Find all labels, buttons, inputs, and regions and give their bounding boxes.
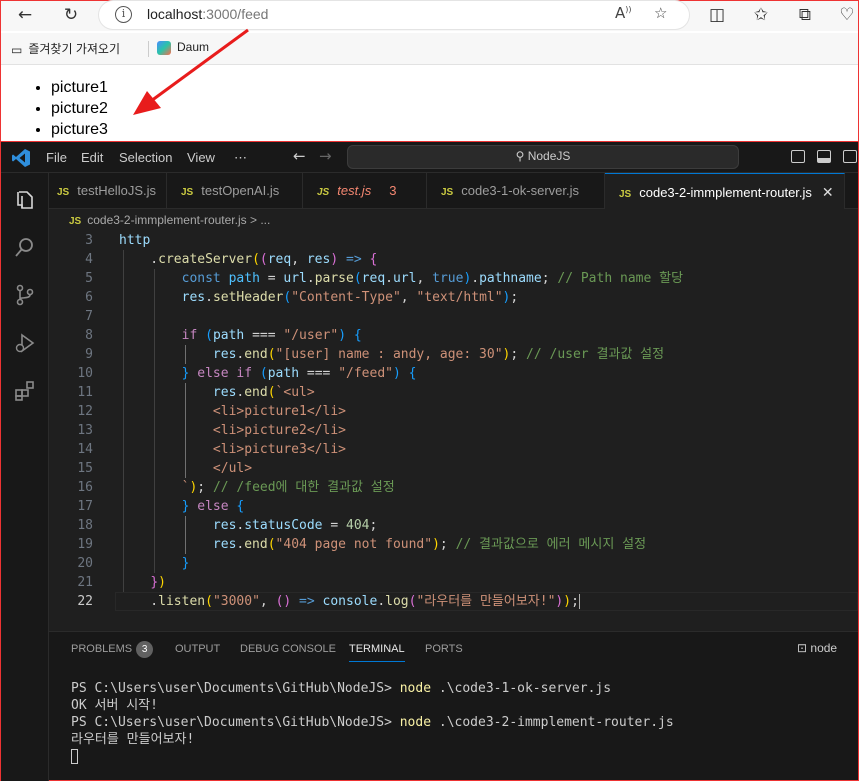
problems-count-badge: 3	[136, 641, 154, 658]
close-tab-icon[interactable]: ✕	[822, 184, 834, 200]
search-icon[interactable]	[13, 235, 37, 259]
copilot-icon[interactable]: ♡	[835, 4, 859, 26]
menu-file[interactable]: File	[46, 150, 67, 165]
title-bar: File Edit Selection View ⋯ ← → ⚲ NodeJS	[1, 142, 858, 173]
activity-bar	[1, 173, 49, 781]
site-info-icon[interactable]: i	[115, 6, 132, 23]
address-bar[interactable]: i localhost:3000/feed A)) ☆	[99, 1, 689, 29]
terminal-output[interactable]: PS C:\Users\user\Documents\GitHub\NodeJS…	[71, 680, 674, 765]
extensions-icon[interactable]	[13, 379, 37, 403]
back-icon[interactable]: ←	[13, 4, 37, 26]
browser-toolbar: ← ↻ i localhost:3000/feed A)) ☆ ◫ ✩ ⧉ ♡	[1, 1, 858, 31]
js-file-icon: JS	[441, 187, 454, 198]
source-control-icon[interactable]	[13, 283, 37, 307]
editor-tabs: JS testHelloJS.js JS testOpenAI.js JS test.…	[49, 173, 858, 209]
favorite-star-icon[interactable]: ☆	[654, 4, 667, 22]
breadcrumb[interactable]: JS code3-2-immplement-router.js > ...	[49, 209, 858, 231]
list-item: picture2	[51, 98, 108, 119]
folder-import-icon: ▭	[11, 42, 23, 57]
favorites-bar: ▭ 즐겨찾기 가져오기 Daum	[1, 33, 858, 65]
nav-forward-icon[interactable]: →	[319, 147, 332, 165]
read-aloud-icon[interactable]: A))	[615, 4, 632, 22]
tab-test[interactable]: JS test.js 3	[303, 173, 427, 209]
split-screen-icon[interactable]: ◫	[705, 4, 729, 26]
bottom-panel: PROBLEMS 3 OUTPUT DEBUG CONSOLE TERMINAL …	[49, 631, 858, 780]
browser-window: ← ↻ i localhost:3000/feed A)) ☆ ◫ ✩ ⧉ ♡ …	[0, 0, 859, 142]
menu-view[interactable]: View	[187, 150, 215, 165]
favorites-divider	[148, 41, 149, 57]
explorer-icon[interactable]	[13, 189, 37, 213]
toggle-secondary-sidebar-icon[interactable]	[843, 150, 857, 163]
toggle-sidebar-icon[interactable]	[791, 150, 805, 163]
tab-code3-1[interactable]: JS code3-1-ok-server.js	[427, 173, 605, 209]
tab-code3-2[interactable]: JS code3-2-immplement-router.js ✕	[605, 173, 845, 209]
tab-terminal[interactable]: TERMINAL	[349, 640, 405, 662]
js-file-icon: JS	[317, 187, 330, 198]
search-icon: ⚲	[515, 149, 528, 163]
menu-edit[interactable]: Edit	[81, 150, 103, 165]
tab-output[interactable]: OUTPUT	[175, 640, 220, 662]
page-content: picture1 picture2 picture3	[1, 67, 858, 141]
list-item: picture3	[51, 119, 108, 140]
tab-ports[interactable]: PORTS	[425, 640, 463, 662]
js-file-icon: JS	[619, 189, 632, 200]
import-favorites-link[interactable]: ▭ 즐겨찾기 가져오기	[11, 40, 120, 57]
picture-list: picture1 picture2 picture3	[51, 77, 108, 140]
tab-testhellojs[interactable]: JS testHelloJS.js	[49, 173, 167, 209]
collections-icon[interactable]: ⧉	[793, 4, 817, 26]
list-item: picture1	[51, 77, 108, 98]
daum-favorite-link[interactable]: Daum	[157, 40, 209, 55]
terminal-cursor	[71, 749, 78, 764]
url-text[interactable]: localhost:3000/feed	[147, 6, 268, 22]
tab-testopenai[interactable]: JS testOpenAI.js	[167, 173, 303, 209]
terminal-icon: ⊡	[797, 641, 811, 655]
js-file-icon: JS	[181, 187, 194, 198]
js-file-icon: JS	[57, 187, 70, 198]
code-editor[interactable]: 3 http 4 .createServer((req, res) => { 5 …	[49, 231, 858, 631]
toggle-panel-icon[interactable]	[817, 150, 831, 163]
menu-selection[interactable]: Selection	[119, 150, 172, 165]
terminal-selector[interactable]: ⊡ node	[797, 641, 837, 655]
refresh-icon[interactable]: ↻	[59, 4, 83, 26]
daum-logo-icon	[157, 40, 171, 55]
run-debug-icon[interactable]	[13, 331, 37, 355]
command-center[interactable]: ⚲ NodeJS	[347, 145, 739, 169]
tab-problems[interactable]: PROBLEMS 3	[71, 640, 154, 662]
vscode-window: File Edit Selection View ⋯ ← → ⚲ NodeJS …	[0, 142, 859, 781]
favorites-list-icon[interactable]: ✩	[749, 4, 773, 26]
nav-back-icon[interactable]: ←	[293, 147, 306, 165]
js-file-icon: JS	[69, 216, 82, 227]
menu-more[interactable]: ⋯	[234, 150, 247, 166]
vscode-logo-icon	[12, 149, 30, 167]
tab-debug-console[interactable]: DEBUG CONSOLE	[240, 640, 336, 662]
